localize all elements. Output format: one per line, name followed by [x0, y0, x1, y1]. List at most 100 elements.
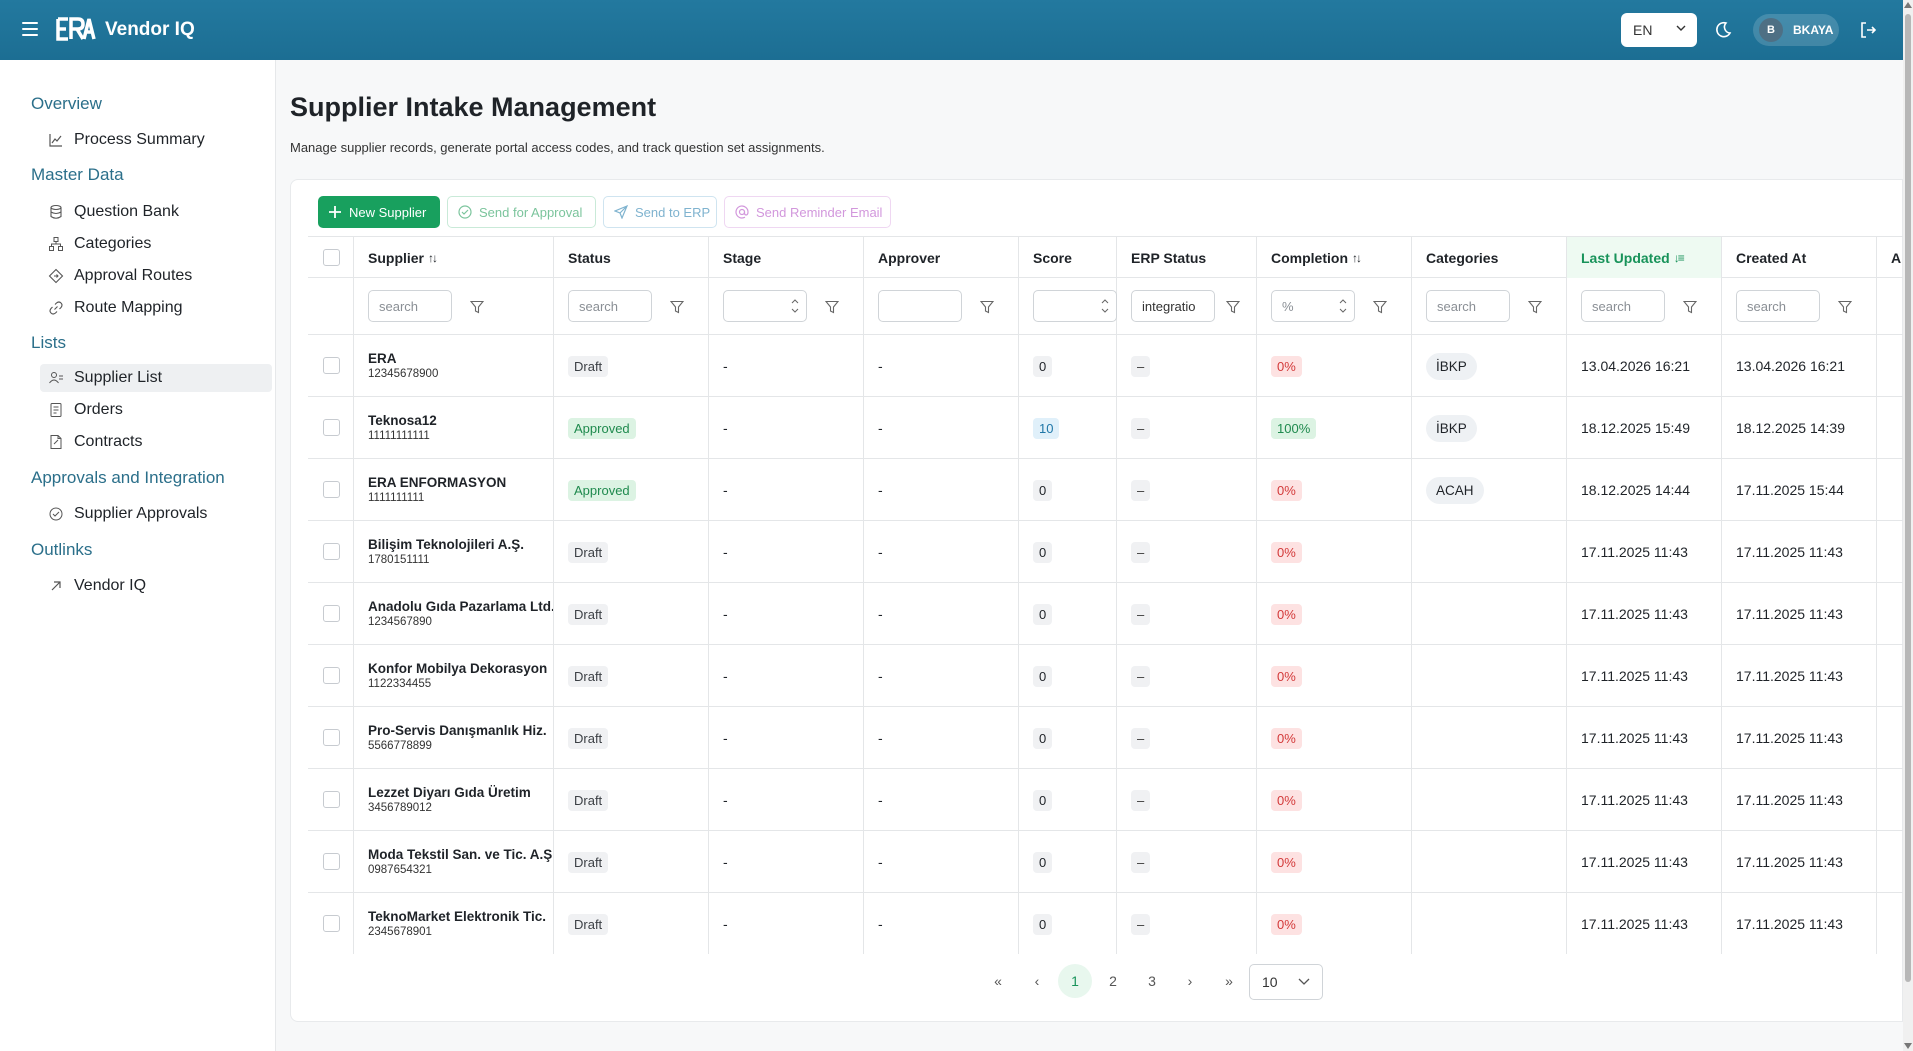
sidebar-item-approval-routes[interactable]: Approval Routes	[40, 262, 272, 290]
last-updated-filter-input[interactable]: search	[1581, 290, 1665, 322]
column-approver[interactable]: Approver	[864, 237, 1019, 278]
column-categories[interactable]: Categories	[1412, 237, 1567, 278]
row-checkbox[interactable]	[323, 543, 340, 560]
column-status[interactable]: Status	[554, 237, 709, 278]
page-size-select[interactable]: 10	[1249, 964, 1323, 1000]
first-page-button[interactable]: «	[981, 964, 1015, 998]
completion-cell: 100%	[1257, 397, 1412, 459]
status-filter-input[interactable]: search	[568, 290, 652, 322]
table-row[interactable]: ERA 12345678900 Draft - - 0 – 0% İBKP 13.04.2026 …	[308, 335, 1903, 397]
row-checkbox[interactable]	[323, 853, 340, 870]
scroll-down-arrow-icon[interactable]	[1904, 1043, 1912, 1049]
menu-icon[interactable]	[22, 22, 38, 36]
table-row[interactable]: Konfor Mobilya Dekorasyon 1122334455 Draft…	[308, 645, 1903, 707]
page-button-2[interactable]: 2	[1096, 964, 1130, 998]
approver-filter-input[interactable]	[878, 290, 962, 322]
sidebar-item-process-summary[interactable]: Process Summary	[40, 126, 272, 154]
sort-icon[interactable]: ↑↓	[428, 251, 438, 265]
column-supplier[interactable]: Supplier ↑↓	[354, 237, 554, 278]
language-select[interactable]: EN	[1621, 13, 1697, 47]
column-last-updated[interactable]: Last Updated ↓≡	[1567, 237, 1722, 278]
send-for-approval-button[interactable]: Send for Approval	[447, 196, 596, 228]
sort-desc-icon[interactable]: ↓≡	[1674, 251, 1685, 265]
dark-mode-icon[interactable]	[1713, 20, 1733, 40]
filter-icon[interactable]	[1528, 300, 1542, 314]
row-checkbox[interactable]	[323, 419, 340, 436]
sidebar-item-route-mapping[interactable]: Route Mapping	[40, 294, 272, 322]
column-next[interactable]: A	[1877, 237, 1903, 278]
spinner-arrows-icon[interactable]	[1338, 296, 1348, 316]
completion-badge: 100%	[1271, 417, 1317, 439]
sidebar-item-supplier-approvals[interactable]: Supplier Approvals	[40, 500, 272, 528]
table-row[interactable]: Teknosa12 11111111111 Approved - - 10 – 100% İBK…	[308, 397, 1903, 459]
filter-icon[interactable]	[1373, 300, 1387, 314]
supplier-name[interactable]: ERA ENFORMASYON	[368, 475, 506, 491]
score-filter-input[interactable]	[1033, 290, 1117, 322]
page-button-3[interactable]: 3	[1135, 964, 1169, 998]
filter-icon[interactable]	[470, 300, 484, 314]
supplier-name[interactable]: Bilişim Teknolojileri A.Ş.	[368, 537, 524, 553]
row-checkbox[interactable]	[323, 481, 340, 498]
filter-icon[interactable]	[825, 300, 839, 314]
table-row[interactable]: Pro-Servis Danışmanlık Hiz. 5566778899 Dra…	[308, 707, 1903, 769]
supplier-name[interactable]: Lezzet Diyarı Gıda Üretim	[368, 785, 531, 801]
row-checkbox[interactable]	[323, 791, 340, 808]
sidebar-item-vendor-iq[interactable]: Vendor IQ	[40, 572, 272, 600]
spinner-arrows-icon[interactable]	[1100, 296, 1110, 316]
scrollbar-thumb[interactable]	[1905, 14, 1911, 982]
row-checkbox[interactable]	[323, 605, 340, 622]
sidebar-item-contracts[interactable]: Contracts	[40, 428, 272, 456]
supplier-name[interactable]: Konfor Mobilya Dekorasyon	[368, 661, 547, 677]
filter-icon[interactable]	[1838, 300, 1852, 314]
row-checkbox[interactable]	[323, 915, 340, 932]
sidebar-item-supplier-list[interactable]: Supplier List	[40, 364, 272, 392]
supplier-name[interactable]: Pro-Servis Danışmanlık Hiz.	[368, 723, 547, 739]
next-page-button[interactable]: ›	[1173, 964, 1207, 998]
column-erp-status[interactable]: ERP Status	[1117, 237, 1257, 278]
sort-icon[interactable]: ↑↓	[1352, 251, 1362, 265]
supplier-name[interactable]: ERA	[368, 351, 438, 367]
row-checkbox[interactable]	[323, 729, 340, 746]
row-checkbox[interactable]	[323, 357, 340, 374]
filter-icon[interactable]	[1683, 300, 1697, 314]
column-created-at[interactable]: Created At	[1722, 237, 1877, 278]
send-reminder-email-button[interactable]: Send Reminder Email	[724, 196, 891, 228]
send-to-erp-button[interactable]: Send to ERP	[603, 196, 717, 228]
column-stage[interactable]: Stage	[709, 237, 864, 278]
table-row[interactable]: Lezzet Diyarı Gıda Üretim 3456789012 Draft…	[308, 769, 1903, 831]
completion-filter-input[interactable]: %	[1271, 290, 1355, 322]
table-row[interactable]: Anadolu Gıda Pazarlama Ltd. 1234567890 Dra…	[308, 583, 1903, 645]
sidebar-item-orders[interactable]: Orders	[40, 396, 272, 424]
scroll-up-arrow-icon[interactable]	[1904, 2, 1912, 8]
table-row[interactable]: Moda Tekstil San. ve Tic. A.Ş. 0987654321…	[308, 831, 1903, 893]
supplier-name[interactable]: Anadolu Gıda Pazarlama Ltd.	[368, 599, 553, 615]
column-score[interactable]: Score	[1019, 237, 1117, 278]
filter-icon[interactable]	[670, 300, 684, 314]
table-row[interactable]: TeknoMarket Elektronik Tic. 2345678901 Dra…	[308, 893, 1903, 954]
spinner-arrows-icon[interactable]	[790, 296, 800, 316]
new-supplier-button[interactable]: New Supplier	[318, 196, 440, 228]
supplier-name[interactable]: Teknosa12	[368, 413, 437, 429]
user-menu[interactable]: B BKAYA	[1753, 14, 1839, 46]
logout-icon[interactable]	[1858, 20, 1878, 40]
last-page-button[interactable]: »	[1212, 964, 1246, 998]
stage-filter-input[interactable]	[723, 290, 807, 322]
filter-icon[interactable]	[1226, 300, 1240, 314]
select-all-checkbox[interactable]	[323, 249, 340, 266]
row-checkbox[interactable]	[323, 667, 340, 684]
table-row[interactable]: ERA ENFORMASYON 1111111111 Approved - - 0 – 0% A…	[308, 459, 1903, 521]
prev-page-button[interactable]: ‹	[1020, 964, 1054, 998]
supplier-filter-input[interactable]: search	[368, 290, 452, 322]
supplier-name[interactable]: TeknoMarket Elektronik Tic.	[368, 909, 546, 925]
page-scrollbar[interactable]	[1903, 0, 1913, 1051]
supplier-name[interactable]: Moda Tekstil San. ve Tic. A.Ş.	[368, 847, 553, 863]
filter-icon[interactable]	[980, 300, 994, 314]
table-row[interactable]: Bilişim Teknolojileri A.Ş. 1780151111 Draf…	[308, 521, 1903, 583]
erp-status-filter-input[interactable]: integratio	[1131, 290, 1215, 322]
page-button-1[interactable]: 1	[1058, 964, 1092, 998]
column-completion[interactable]: Completion ↑↓	[1257, 237, 1412, 278]
sidebar-item-categories[interactable]: Categories	[40, 230, 272, 258]
categories-filter-input[interactable]: search	[1426, 290, 1510, 322]
sidebar-item-question-bank[interactable]: Question Bank	[40, 198, 272, 226]
created-at-filter-input[interactable]: search	[1736, 290, 1820, 322]
